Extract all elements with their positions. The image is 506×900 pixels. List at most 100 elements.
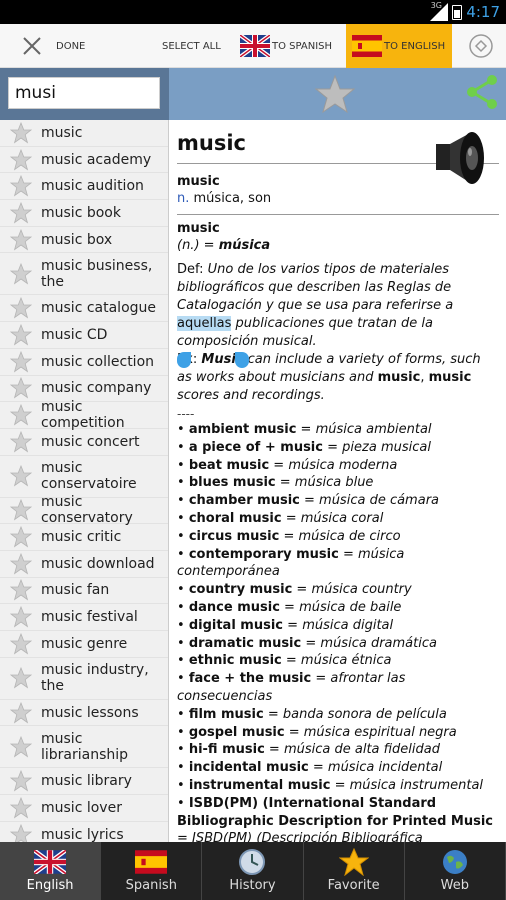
selected-text[interactable]: aquellas bbox=[177, 316, 232, 331]
phrase-item: • ISBD(PM) (International Standard Bibli… bbox=[177, 795, 498, 842]
speaker-icon[interactable] bbox=[434, 130, 486, 186]
phrase-en: beat music bbox=[188, 457, 270, 473]
list-item[interactable]: music genre bbox=[0, 631, 168, 658]
list-item-label: music librarianship bbox=[41, 730, 129, 763]
list-item[interactable]: music academy bbox=[0, 147, 168, 174]
tab-web[interactable]: Web bbox=[405, 842, 506, 900]
star-icon[interactable] bbox=[10, 606, 32, 628]
phrase-es: música dramática bbox=[320, 635, 437, 651]
star-icon[interactable] bbox=[10, 377, 32, 399]
selection-handle-right[interactable] bbox=[235, 352, 249, 368]
tab-history[interactable]: History bbox=[202, 842, 304, 900]
phrase-es: música incidental bbox=[327, 760, 443, 776]
close-button[interactable] bbox=[18, 24, 46, 68]
tab-spanish[interactable]: Spanish bbox=[101, 842, 203, 900]
search-input[interactable] bbox=[8, 77, 160, 109]
star-icon[interactable] bbox=[10, 499, 32, 521]
list-item-label: music collection bbox=[41, 353, 155, 370]
tab-icon bbox=[34, 849, 67, 875]
spain-flag-icon bbox=[135, 850, 168, 874]
list-item[interactable]: music librarianship bbox=[0, 726, 168, 769]
star-icon[interactable] bbox=[10, 121, 32, 144]
list-item[interactable]: music lyrics bbox=[0, 822, 168, 842]
globe-icon bbox=[442, 850, 467, 874]
ex-comma: , bbox=[420, 370, 429, 385]
phrase-en: a piece of + music bbox=[188, 439, 323, 455]
share-icon[interactable] bbox=[464, 74, 500, 110]
star-icon[interactable] bbox=[10, 323, 32, 346]
word-list: music music academy music audition music bo… bbox=[0, 120, 169, 842]
settings-button[interactable] bbox=[466, 24, 496, 68]
def-text: Uno de los varios tipos de materiales bi… bbox=[177, 262, 454, 313]
to-english-button[interactable]: TO ENGLISH bbox=[346, 24, 452, 68]
star-icon[interactable] bbox=[10, 632, 32, 655]
list-item[interactable]: music concert bbox=[0, 429, 168, 456]
list-item-label: music festival bbox=[41, 609, 138, 626]
list-item[interactable]: music critic bbox=[0, 524, 168, 551]
phrase-es: música ambiental bbox=[315, 422, 432, 437]
star-icon[interactable] bbox=[10, 430, 32, 453]
list-item[interactable]: music fan bbox=[0, 578, 168, 605]
list-item[interactable]: music conservatoire bbox=[0, 456, 168, 498]
star-icon[interactable] bbox=[10, 579, 32, 601]
list-item[interactable]: music audition bbox=[0, 173, 168, 201]
star-icon[interactable] bbox=[10, 796, 32, 819]
star-icon[interactable] bbox=[10, 526, 32, 548]
star-icon[interactable] bbox=[10, 201, 32, 224]
list-item[interactable]: music conservatory bbox=[0, 494, 168, 526]
list-item[interactable]: music festival bbox=[0, 604, 168, 631]
phrase-item: • ethnic music = música étnica bbox=[177, 653, 392, 669]
list-item[interactable]: music library bbox=[0, 768, 168, 796]
list-item-label: music lover bbox=[41, 799, 122, 816]
list-item[interactable]: music bbox=[0, 120, 168, 147]
list-item[interactable]: music CD bbox=[0, 322, 168, 349]
star-icon[interactable] bbox=[10, 228, 32, 251]
list-item[interactable]: music collection bbox=[0, 349, 168, 376]
list-item[interactable]: music download bbox=[0, 551, 168, 578]
star-icon[interactable] bbox=[10, 297, 32, 319]
list-item[interactable]: music lessons bbox=[0, 700, 168, 727]
phrase-es: música de baile bbox=[299, 599, 402, 615]
list-item-label: music conservatoire bbox=[41, 460, 137, 493]
tab-label: English bbox=[26, 878, 74, 893]
uk-flag-icon bbox=[34, 850, 67, 874]
star-icon[interactable] bbox=[10, 465, 32, 487]
to-spanish-button[interactable]: TO SPANISH bbox=[240, 24, 332, 68]
list-item[interactable]: music business, the bbox=[0, 253, 168, 296]
list-item[interactable]: music box bbox=[0, 227, 168, 254]
translation-text: música bbox=[218, 238, 271, 253]
phrase-item: • digital music = música digital bbox=[177, 617, 394, 633]
star-icon[interactable] bbox=[10, 701, 32, 724]
star-icon[interactable] bbox=[10, 148, 32, 171]
list-item-label: music concert bbox=[41, 433, 140, 450]
star-icon[interactable] bbox=[10, 175, 32, 197]
star-icon[interactable] bbox=[10, 823, 32, 842]
phrase-es: ISBD(PM) (Descripción Bibliográfica Norm… bbox=[192, 831, 423, 842]
list-item[interactable]: music catalogue bbox=[0, 295, 168, 323]
phrase-item: • choral music = música coral bbox=[177, 510, 384, 526]
star-icon[interactable] bbox=[10, 552, 32, 575]
star-icon[interactable] bbox=[10, 667, 32, 689]
phrase-list: • ambient music = música ambiental • a pi… bbox=[177, 421, 498, 842]
list-item[interactable]: music competition bbox=[0, 399, 168, 431]
select-all-button[interactable]: SELECT ALL bbox=[162, 24, 221, 68]
tab-favorite[interactable]: Favorite bbox=[304, 842, 405, 900]
done-button[interactable]: DONE bbox=[56, 24, 85, 68]
phrase-es: música de cámara bbox=[319, 493, 440, 509]
star-icon[interactable] bbox=[10, 770, 32, 792]
star-icon[interactable] bbox=[10, 262, 32, 285]
def-prefix: Def: bbox=[177, 262, 208, 277]
list-item[interactable]: music lover bbox=[0, 795, 168, 822]
star-icon[interactable] bbox=[10, 735, 32, 758]
phrase-item: • a piece of + music = pieza musical bbox=[177, 439, 431, 455]
phrase-en: choral music bbox=[188, 510, 282, 526]
phrase-en: blues music bbox=[188, 475, 276, 491]
selection-handle-left[interactable] bbox=[177, 352, 191, 368]
phrase-en: hi-fi music bbox=[188, 742, 265, 758]
tab-english[interactable]: English bbox=[0, 842, 102, 900]
star-icon[interactable] bbox=[10, 404, 32, 426]
list-item[interactable]: music book bbox=[0, 200, 168, 227]
favorite-star-icon[interactable] bbox=[315, 74, 355, 114]
star-icon[interactable] bbox=[10, 350, 32, 373]
list-item[interactable]: music industry, the bbox=[0, 658, 168, 700]
